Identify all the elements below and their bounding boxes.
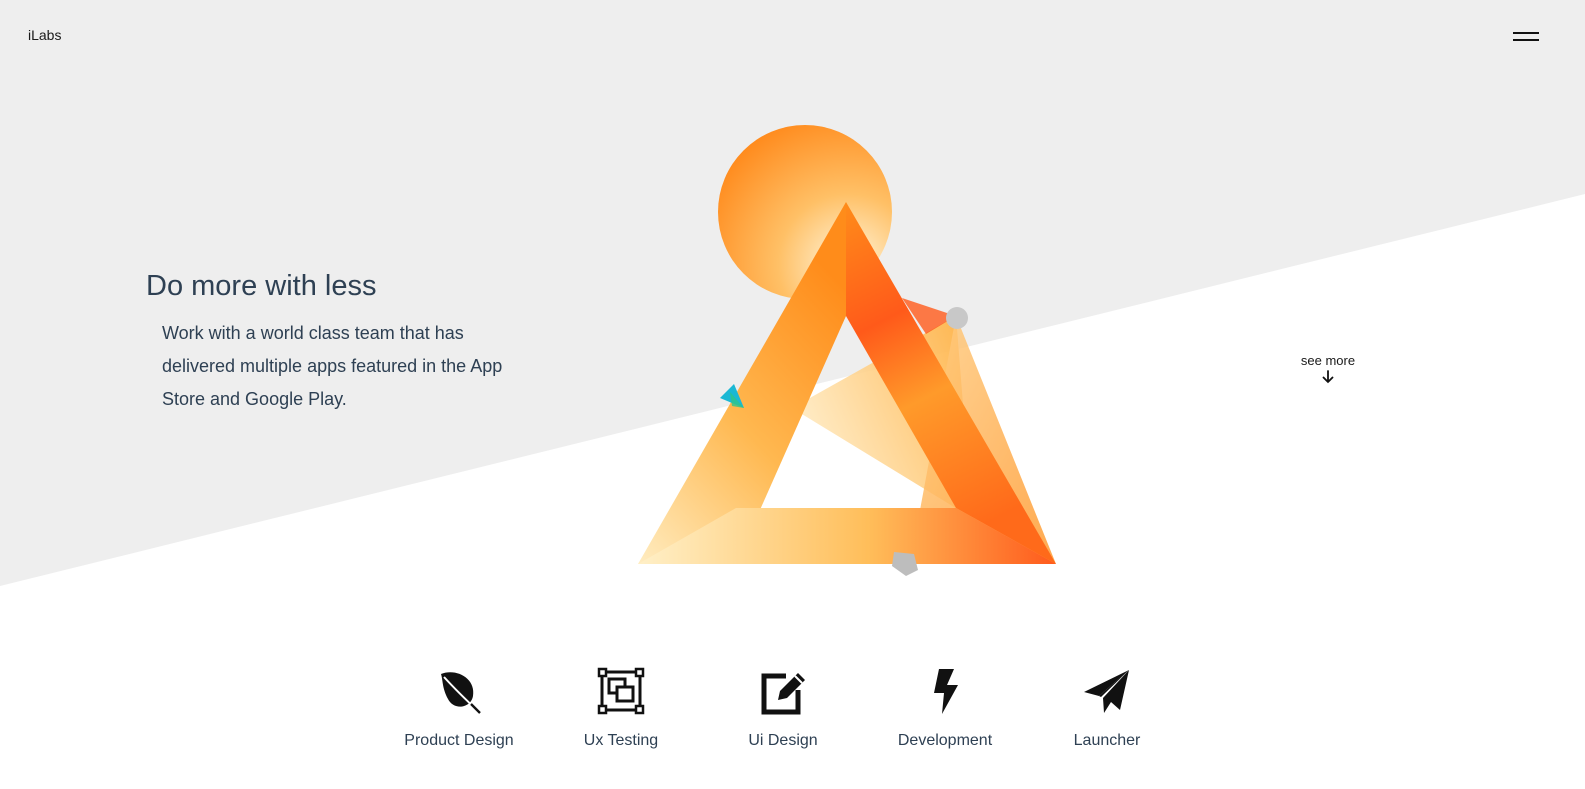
hero-description: Work with a world class team that has de… — [162, 323, 503, 409]
service-ui-design[interactable]: Ui Design — [702, 666, 864, 750]
lightning-bolt-icon — [934, 669, 958, 714]
hamburger-menu-icon[interactable] — [1513, 28, 1541, 44]
service-label: Product Design — [404, 732, 514, 749]
service-label: Ux Testing — [583, 732, 659, 749]
see-more-link[interactable]: see more — [1290, 353, 1366, 384]
services-row: Product Design Ux Testing Ui Design Deve… — [378, 666, 1188, 766]
service-ux-testing[interactable]: Ux Testing — [540, 666, 702, 750]
service-launcher[interactable]: Launcher — [1026, 666, 1188, 750]
service-product-design[interactable]: Product Design — [378, 666, 540, 750]
arrow-down-icon — [1322, 370, 1334, 384]
service-development[interactable]: Development — [864, 666, 1026, 750]
leaf-icon — [441, 672, 481, 714]
layers-frame-icon — [597, 667, 645, 715]
service-label: Ui Design — [748, 732, 818, 749]
hero-title: Do more with less — [146, 270, 377, 302]
logo[interactable]: iLabs — [28, 27, 61, 43]
edit-square-icon — [761, 673, 805, 715]
service-label: Launcher — [1073, 732, 1141, 749]
see-more-label: see more — [1300, 353, 1356, 368]
paper-plane-icon — [1084, 670, 1129, 713]
service-label: Development — [897, 732, 993, 749]
hero-illustration — [638, 125, 1056, 576]
